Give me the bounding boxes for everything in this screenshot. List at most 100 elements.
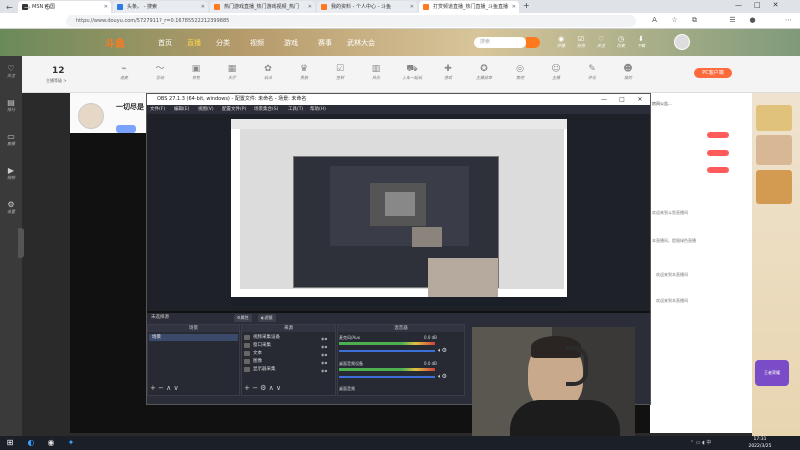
scene-item[interactable]: 场景 [149,334,238,341]
eye-lock-icon[interactable]: ◉▪ [321,367,330,373]
tab-msn[interactable]: MSN 中国 ✕ [18,1,111,13]
refresh-icon[interactable]: ↻ [44,3,51,13]
close-icon[interactable]: ✕ [410,1,414,13]
menu-file[interactable]: 文件(F) [150,105,165,114]
event-card[interactable] [756,170,792,204]
toolbar-item[interactable]: ▦ 大厅 [220,64,244,81]
menu-tools[interactable]: 工具(T) [288,105,303,114]
header-start-live[interactable]: ◉ 开播 [550,35,572,49]
nav-video[interactable]: 视频 [250,38,264,48]
search-button[interactable] [526,37,540,48]
scene-controls[interactable]: + − ∧ ∨ [150,384,179,392]
obs-taskbar-icon[interactable]: ◉ [46,438,56,448]
menu-profile[interactable]: 配置文件(P) [222,105,246,114]
nav-games[interactable]: 游戏 [284,38,298,48]
anchor-name[interactable]: 一切尽是 [116,102,144,112]
edge-icon[interactable]: ◐ [26,438,36,448]
system-tray[interactable]: ⌃ ▭ ◖ 中 [690,438,711,448]
speaker-icon[interactable]: 🔈︎⚙ [438,373,447,381]
toolbar-item[interactable]: ✿ 玩法 [256,64,280,81]
menu-scene-collection[interactable]: 场景集合(S) [254,105,278,114]
eye-lock-icon[interactable]: ◉▪ [321,359,330,365]
url-field[interactable]: https://www.douyu.com/5727911?_r=0.16785… [66,15,636,27]
close-icon[interactable]: ✕ [104,1,108,13]
collections-icon[interactable]: ☰ [728,16,737,25]
anchor-avatar[interactable] [78,103,104,129]
header-download[interactable]: ⬇ 下载 [630,35,652,49]
pc-client-button[interactable]: PC客户端 [694,68,732,78]
tab-live[interactable]: 打赏频道直播_热门直播_斗鱼直播 ✕ [419,1,519,13]
toolbar-item[interactable]: ☑ 签到 [328,64,352,81]
taskbar-clock[interactable]: 17:31 2022/3/25 [740,436,780,450]
tab-hot-games[interactable]: 热门游戏直播_热门游戏视频_热门 ✕ [210,1,315,13]
nav-category[interactable]: 分类 [216,38,230,48]
menu-help[interactable]: 帮助(H) [310,105,326,114]
eye-lock-icon[interactable]: ◉▪ [321,335,330,341]
toolbar-item[interactable]: ☺ 主播 [544,64,568,81]
toolbar-item[interactable]: ▣ 背包 [184,64,208,81]
search-input[interactable]: 搜索 [474,37,526,48]
source-item[interactable]: 图像 ◉▪ [244,358,332,365]
source-item[interactable]: 显示器采集 ◉▪ [244,366,332,373]
tab-profile[interactable]: 我的资料 - 个人中心 - 斗鱼 ✕ [317,1,417,13]
event-card[interactable] [756,105,792,131]
menu-edit[interactable]: 编辑(E) [174,105,189,114]
header-history[interactable]: ◷ 历史 [610,35,632,49]
maximize-icon[interactable]: □ [614,94,630,105]
header-tasks[interactable]: ☑ 任务 [570,35,592,49]
toolbar-item[interactable]: ▥ 日历 [364,64,388,81]
source-controls[interactable]: + − ⚙ ∧ ∨ [244,384,281,392]
eye-lock-icon[interactable]: ◉▪ [321,351,330,357]
sidebar-item-settings[interactable]: ⚙ 设置 [0,200,22,215]
source-item[interactable]: 视频采集设备 ◉▪ [244,334,332,341]
properties-button[interactable]: ⚙属性 [234,314,252,322]
forward-icon[interactable]: → [24,3,31,13]
source-item[interactable]: 窗口采集 ◉▪ [244,342,332,349]
nav-home[interactable]: 首页 [158,38,172,48]
favorite-icon[interactable]: ☆ [670,16,679,25]
window-controls[interactable]: —□✕ [735,1,790,9]
menu-view[interactable]: 视图(V) [198,105,214,114]
nav-live[interactable]: 直播 [187,38,201,48]
toolbar-item[interactable]: ✚ 游戏 [436,64,460,81]
new-tab-button[interactable]: + [523,1,530,10]
toolbar-item[interactable]: ⌁ 连麦 [112,64,136,81]
nav-events[interactable]: 赛事 [318,38,332,48]
close-icon[interactable]: ✕ [201,1,205,13]
site-logo[interactable]: 斗鱼 [105,35,125,50]
volume-slider[interactable] [339,376,435,378]
filters-button[interactable]: ◐滤镜 [258,314,276,322]
read-aloud-icon[interactable]: A [650,16,659,25]
windows-start-icon[interactable]: ⊞ [5,438,15,448]
toolbar-item[interactable]: ◎ 鱼吧 [508,64,532,81]
sidebar-item-video[interactable]: ▶ 视频 [0,166,22,181]
header-follow[interactable]: ♡ 关注 [590,35,612,49]
user-avatar[interactable] [674,34,690,50]
toolbar-item[interactable]: ☻ 我的 [616,64,640,81]
sidebar-item-follow[interactable]: ♡ 关注 [0,64,22,79]
sidebar-collapse-handle[interactable] [18,228,24,258]
close-icon[interactable]: ✕ [308,1,312,13]
tab-search[interactable]: 头条。 - 搜索 ✕ [113,1,208,13]
eye-lock-icon[interactable]: ◉▪ [321,343,330,349]
profile-icon[interactable]: ● [748,16,757,25]
extensions-icon[interactable]: ⧉ [690,16,699,25]
back-icon[interactable]: ← [6,3,13,13]
toolbar-item[interactable]: ⛟ 上车一起玩 [400,64,424,81]
anchor-level-label[interactable]: 主播等级 > [46,78,67,84]
toolbar-item[interactable]: ✪ 主播勋章 [472,64,496,81]
minimize-icon[interactable]: — [596,94,612,105]
sidebar-item-live[interactable]: ▭ 直播 [0,132,22,147]
app-icon[interactable]: ✦ [66,438,76,448]
event-card[interactable] [756,135,792,165]
game-badge[interactable]: 王者荣耀 [755,360,789,386]
close-icon[interactable]: ✕ [512,1,516,13]
sidebar-item-rank[interactable]: ▤ 排行 [0,98,22,113]
volume-slider[interactable] [339,350,435,352]
toolbar-item[interactable]: ✎ 评论 [580,64,604,81]
nav-wulin[interactable]: 武林大会 [347,38,375,48]
toolbar-item[interactable]: ♛ 贵族 [292,64,316,81]
close-icon[interactable]: ✕ [632,94,648,105]
source-item[interactable]: 文本 ◉▪ [244,350,332,357]
toolbar-item[interactable]: 〜互动 [148,64,172,81]
